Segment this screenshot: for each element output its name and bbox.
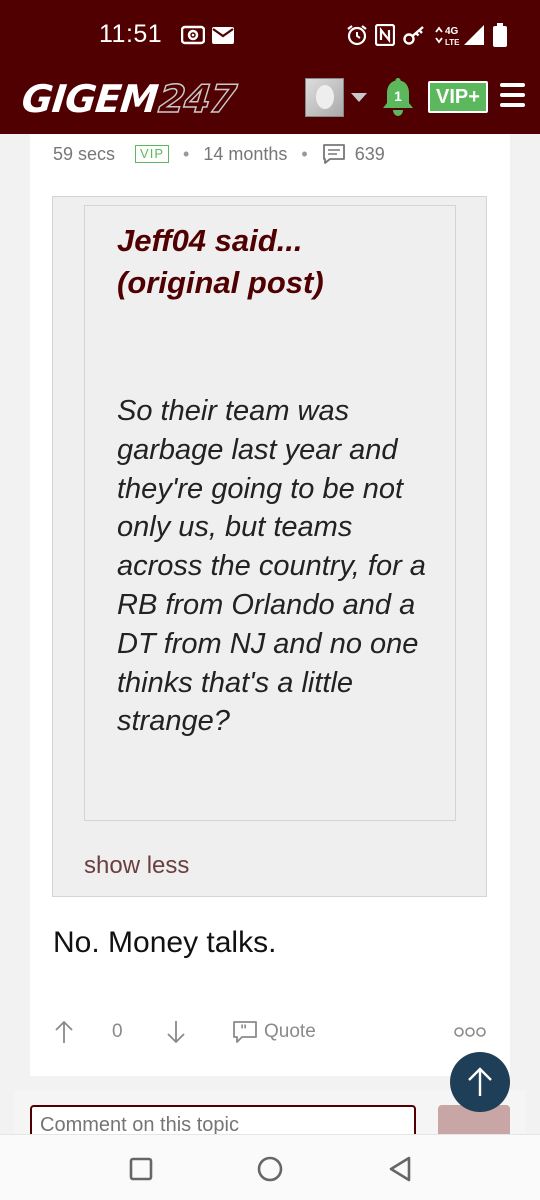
separator-dot: • [183, 143, 190, 164]
user-avatar[interactable] [305, 78, 344, 117]
circle-nav-icon[interactable] [254, 1153, 286, 1185]
scroll-to-top-button[interactable] [450, 1052, 510, 1112]
status-bar: 11:51 4G LTE [0, 0, 540, 70]
upvote-icon[interactable] [54, 1014, 74, 1050]
logo-number: 247 [156, 76, 238, 122]
comment-bar [14, 1090, 526, 1145]
post-age: 59 secs [53, 143, 116, 164]
post-card: 59 secs VIP • 14 months • 639 Jeff04 sai… [30, 134, 510, 1076]
quote-inner: Jeff04 said... (original post) So their … [84, 205, 456, 821]
arrow-up-icon [468, 1067, 492, 1096]
post-actions: 0 " Quote [30, 1014, 510, 1050]
svg-text:4G: 4G [445, 26, 459, 37]
site-logo[interactable]: GIGEM 247 [19, 74, 239, 124]
vip-badge: VIP [135, 145, 170, 163]
key-icon [403, 22, 427, 48]
system-nav-bar [0, 1134, 540, 1200]
quote-author-name[interactable]: Jeff04 said... [117, 223, 303, 258]
alarm-icon [345, 22, 369, 48]
status-time: 11:51 [99, 20, 163, 48]
quote-author: Jeff04 said... (original post) [117, 220, 447, 304]
reply-count: 639 [354, 143, 385, 164]
vip-button[interactable]: VIP+ [428, 81, 488, 113]
mic-icon [180, 22, 206, 48]
vote-count: 0 [112, 1021, 123, 1042]
app-bar: GIGEM 247 1 VIP+ [0, 70, 540, 134]
battery-icon [492, 22, 508, 48]
show-less-link[interactable]: show less [84, 852, 189, 880]
notification-count: 1 [394, 88, 402, 104]
signal-icon: 4G LTE [434, 22, 486, 48]
svg-text:": " [240, 1023, 247, 1039]
downvote-icon[interactable] [166, 1014, 186, 1050]
quote-button[interactable]: " Quote [232, 1014, 316, 1050]
app-header: 11:51 4G LTE GIGEM 247 1 VIP+ [0, 0, 540, 134]
quote-block: Jeff04 said... (original post) So their … [52, 196, 487, 897]
original-post-link-wrapper: (original post) [117, 265, 324, 300]
reply-body: No. Money talks. [53, 926, 277, 959]
more-icon[interactable] [454, 1014, 486, 1050]
comment-icon [322, 143, 346, 165]
square-nav-icon[interactable] [125, 1153, 157, 1185]
quote-body: So their team was garbage last year and … [117, 395, 426, 738]
chevron-down-icon[interactable] [351, 93, 367, 102]
mail-icon [212, 22, 234, 48]
member-since: 14 months [203, 143, 288, 164]
logo-text: GIGEM [19, 77, 160, 121]
post-meta: 59 secs VIP • 14 months • 639 [53, 142, 385, 166]
nfc-icon [374, 22, 396, 48]
svg-text:LTE: LTE [445, 38, 460, 47]
quote-icon: " [233, 1021, 257, 1043]
quote-label: Quote [264, 1021, 316, 1042]
original-post-link[interactable]: original post [127, 265, 313, 300]
separator-dot: • [301, 143, 308, 164]
menu-icon[interactable] [500, 83, 525, 107]
notifications-button[interactable]: 1 [380, 76, 416, 118]
triangle-back-icon[interactable] [384, 1153, 416, 1185]
